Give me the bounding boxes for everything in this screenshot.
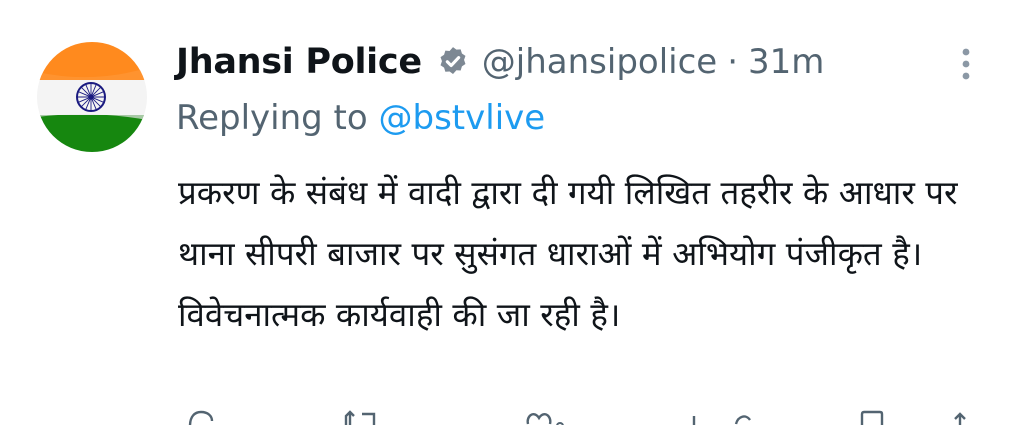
share-icon[interactable] xyxy=(946,410,976,425)
display-name[interactable]: Jhansi Police xyxy=(176,42,422,82)
timestamp[interactable]: 31m xyxy=(748,42,824,82)
separator-dot: · xyxy=(727,42,739,82)
avatar[interactable] xyxy=(37,42,147,152)
replying-to: Replying to @bstvlive xyxy=(176,98,545,138)
tweet-card[interactable]: Jhansi Police @jhansipolice · 31m Replyi… xyxy=(0,0,1024,425)
replying-prefix: Replying to xyxy=(176,98,368,138)
tweet-text: प्रकरण के संबंध में वादी द्वारा दी गयी ल… xyxy=(178,173,958,334)
replying-to-link[interactable]: @bstvlive xyxy=(379,98,546,138)
like-icon[interactable] xyxy=(524,410,564,425)
retweet-icon[interactable] xyxy=(342,410,382,425)
reply-icon[interactable] xyxy=(186,410,216,425)
india-flag-icon xyxy=(37,42,147,152)
tweet-header: Jhansi Police @jhansipolice · 31m xyxy=(176,34,824,90)
views-icon[interactable] xyxy=(688,410,768,425)
bookmark-icon[interactable] xyxy=(858,410,888,425)
user-handle[interactable]: @jhansipolice xyxy=(482,42,717,82)
more-vertical-icon[interactable] xyxy=(951,44,981,84)
verified-badge-icon[interactable] xyxy=(436,45,470,79)
action-bar xyxy=(0,404,1024,425)
